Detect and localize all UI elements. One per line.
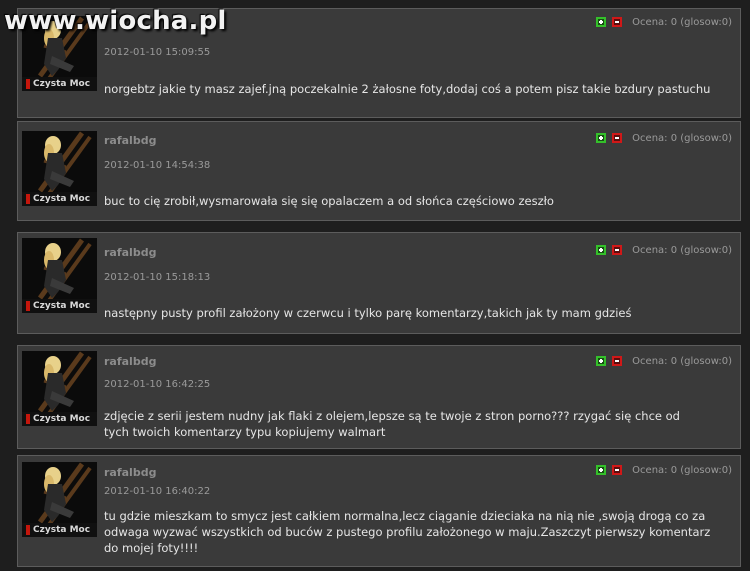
rating-text: Ocena: 0 (glosow:0)	[632, 464, 732, 476]
vote-up-icon[interactable]	[596, 133, 607, 143]
rating-controls: Ocena: 0 (glosow:0)	[596, 354, 732, 368]
comment-text: tu gdzie mieszkam to smycz jest całkiem …	[104, 509, 711, 555]
comment-text: zdjęcie z serii jestem nudny jak flaki z…	[104, 409, 680, 439]
comment-text: norgebtz jakie ty masz zajef.jną poczeka…	[104, 82, 711, 96]
vote-down-icon[interactable]	[612, 17, 623, 27]
rating-controls: Ocena: 0 (glosow:0)	[596, 131, 732, 145]
comment-card: Czysta Moc rafalbdg 2012-01-10 14:54:38 …	[17, 121, 741, 221]
user-badge: Czysta Moc	[22, 523, 97, 537]
user-badge-label: Czysta Moc	[33, 194, 91, 204]
comment-card: Czysta Moc rafalbdg 2012-01-10 16:40:22 …	[17, 455, 741, 567]
comment-text: następny pusty profil założony w czerwcu…	[104, 306, 632, 320]
rating-text: Ocena: 0 (glosow:0)	[632, 244, 732, 256]
comment-date: 2012-01-10 16:40:22	[104, 486, 211, 497]
user-badge: Czysta Moc	[22, 192, 97, 206]
vote-up-icon[interactable]	[596, 245, 607, 255]
vote-up-icon[interactable]	[596, 465, 607, 475]
user-badge-label: Czysta Moc	[33, 525, 91, 535]
user-badge-label: Czysta Moc	[33, 301, 91, 311]
rating-controls: Ocena: 0 (glosow:0)	[596, 15, 732, 29]
rating-text: Ocena: 0 (glosow:0)	[632, 132, 732, 144]
avatar[interactable]: Czysta Moc	[22, 131, 97, 206]
rating-controls: Ocena: 0 (glosow:0)	[596, 463, 732, 477]
comment-author[interactable]: rafalbdg	[104, 134, 156, 147]
vote-down-icon[interactable]	[612, 245, 623, 255]
comment-card: Czysta Moc rafalbdg 2012-01-10 16:42:25 …	[17, 345, 741, 449]
site-watermark-logo: www.wiocha.pl	[4, 6, 227, 36]
comment-author[interactable]: rafalbdg	[104, 246, 156, 259]
user-badge: Czysta Moc	[22, 77, 97, 91]
user-badge: Czysta Moc	[22, 299, 97, 313]
rating-text: Ocena: 0 (glosow:0)	[632, 16, 732, 28]
vote-down-icon[interactable]	[612, 133, 623, 143]
comment-date: 2012-01-10 15:18:13	[104, 272, 211, 283]
comment-date: 2012-01-10 14:54:38	[104, 160, 211, 171]
avatar[interactable]: Czysta Moc	[22, 351, 97, 426]
comment-author[interactable]: rafalbdg	[104, 466, 156, 479]
comment-text: buc to cię zrobił,wysmarowała się się op…	[104, 194, 554, 208]
rating-controls: Ocena: 0 (glosow:0)	[596, 243, 732, 257]
avatar[interactable]: Czysta Moc	[22, 238, 97, 313]
comment-date: 2012-01-10 16:42:25	[104, 379, 211, 390]
comment-author[interactable]: rafalbdg	[104, 355, 156, 368]
user-badge-label: Czysta Moc	[33, 414, 91, 424]
user-badge: Czysta Moc	[22, 412, 97, 426]
avatar[interactable]: Czysta Moc	[22, 462, 97, 537]
user-badge-label: Czysta Moc	[33, 79, 91, 89]
vote-down-icon[interactable]	[612, 465, 623, 475]
vote-up-icon[interactable]	[596, 356, 607, 366]
vote-up-icon[interactable]	[596, 17, 607, 27]
vote-down-icon[interactable]	[612, 356, 623, 366]
comment-date: 2012-01-10 15:09:55	[104, 47, 211, 58]
comment-card: Czysta Moc rafalbdg 2012-01-10 15:18:13 …	[17, 232, 741, 334]
rating-text: Ocena: 0 (glosow:0)	[632, 355, 732, 367]
